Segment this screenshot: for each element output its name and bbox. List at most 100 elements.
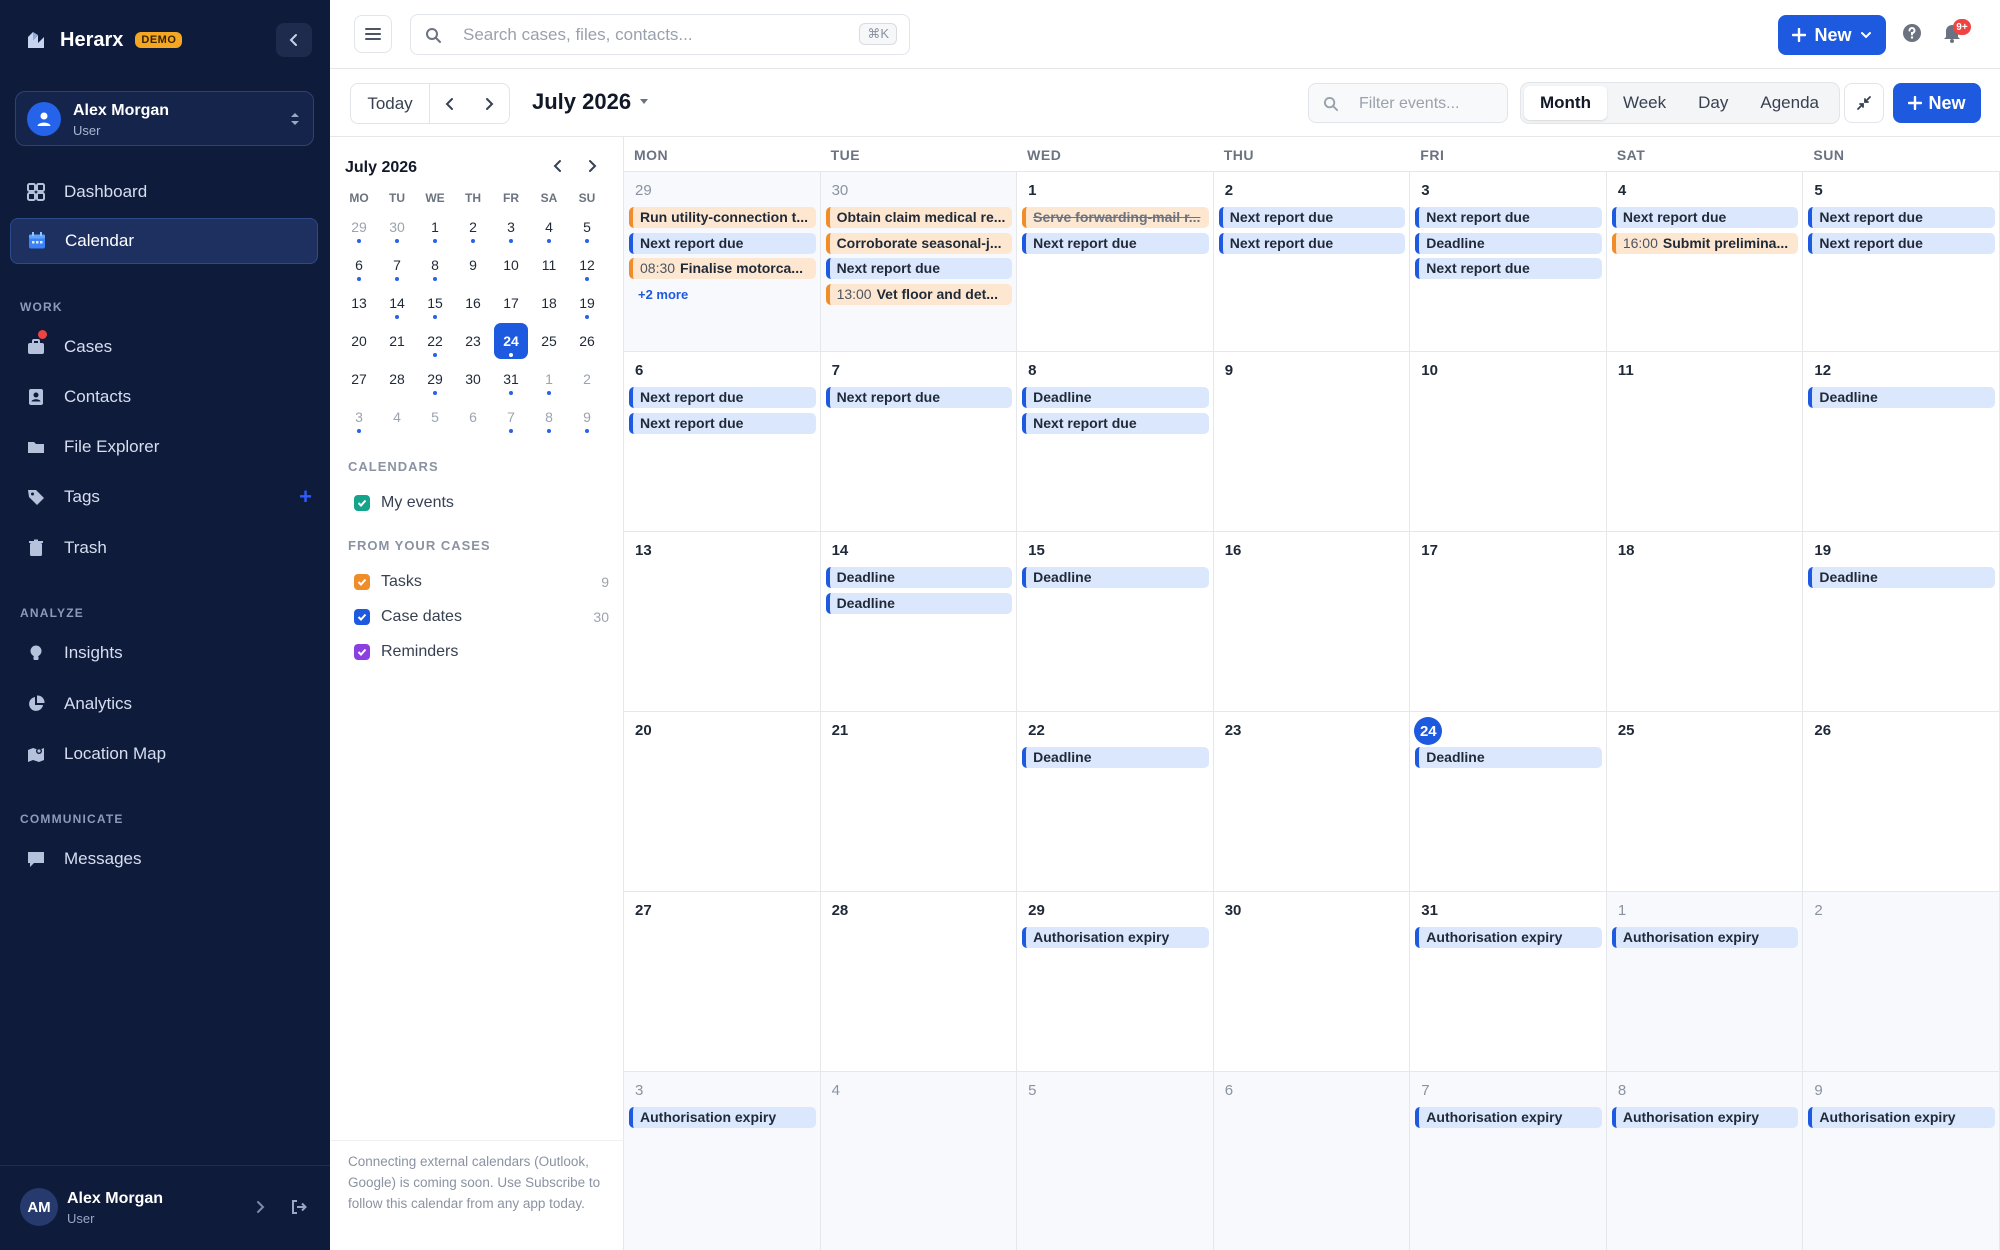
- day-cell[interactable]: 31 Authorisation expiry: [1410, 892, 1607, 1072]
- mini-day[interactable]: 6: [454, 399, 492, 435]
- calendar-event[interactable]: Authorisation expiry: [1415, 1107, 1602, 1128]
- calendar-event[interactable]: Serve forwarding-mail r...: [1022, 207, 1209, 228]
- day-cell[interactable]: 26: [1803, 712, 2000, 892]
- day-cell[interactable]: 30 Obtain claim medical re... Corroborate …: [820, 172, 1018, 352]
- calendar-event[interactable]: Next report due: [629, 412, 816, 434]
- day-cell[interactable]: 1 Authorisation expiry: [1606, 892, 1804, 1072]
- mini-day[interactable]: 17: [492, 285, 530, 321]
- calendar-toggle-tasks[interactable]: Tasks 9: [354, 569, 609, 595]
- mini-day[interactable]: 30: [378, 209, 416, 245]
- day-cell[interactable]: 18: [1606, 532, 1804, 712]
- brand[interactable]: Herarx DEMO: [24, 22, 183, 58]
- mini-day[interactable]: 11: [530, 247, 568, 283]
- day-cell[interactable]: 30: [1213, 892, 1411, 1072]
- mini-day[interactable]: 5: [568, 209, 606, 245]
- calendar-event[interactable]: Authorisation expiry: [1611, 927, 1799, 948]
- mini-day[interactable]: 23: [454, 323, 492, 359]
- mini-day[interactable]: 29: [340, 209, 378, 245]
- day-cell[interactable]: 11: [1606, 352, 1804, 532]
- chevron-right-icon[interactable]: [254, 1200, 266, 1214]
- day-cell[interactable]: 17: [1410, 532, 1607, 712]
- sidebar-item-location-map[interactable]: Location Map: [10, 731, 318, 777]
- calendar-event[interactable]: Next report due: [1022, 232, 1209, 254]
- sidebar-item-trash[interactable]: Trash: [10, 525, 318, 571]
- calendar-event[interactable]: Next report due: [1022, 412, 1209, 434]
- collapse-sidebar-button[interactable]: [276, 23, 312, 57]
- day-cell[interactable]: 2: [1803, 892, 2000, 1072]
- view-tab-day[interactable]: Day: [1682, 86, 1744, 120]
- day-cell[interactable]: 7 Next report due: [820, 352, 1018, 532]
- calendar-event[interactable]: Next report due: [1218, 232, 1406, 254]
- calendar-event[interactable]: Next report due: [825, 387, 1013, 408]
- mini-day[interactable]: 7: [378, 247, 416, 283]
- mini-day[interactable]: 9: [454, 247, 492, 283]
- mini-day[interactable]: 9: [568, 399, 606, 435]
- sidebar-item-calendar[interactable]: Calendar: [10, 218, 318, 264]
- prev-month-button[interactable]: [430, 84, 470, 123]
- mini-day[interactable]: 14: [378, 285, 416, 321]
- day-cell[interactable]: 25: [1606, 712, 1804, 892]
- sidebar-item-tags[interactable]: Tags +: [10, 474, 318, 520]
- day-cell[interactable]: 8 Deadline Next report due: [1017, 352, 1214, 532]
- calendar-event[interactable]: Next report due: [629, 232, 816, 254]
- day-cell[interactable]: 21: [820, 712, 1018, 892]
- calendar-event[interactable]: Deadline: [825, 567, 1013, 588]
- day-cell[interactable]: 16: [1213, 532, 1411, 712]
- day-cell[interactable]: 23: [1213, 712, 1411, 892]
- calendar-event[interactable]: Deadline: [1415, 232, 1602, 254]
- calendar-toggle-reminders[interactable]: Reminders: [354, 639, 609, 665]
- mini-day[interactable]: 25: [530, 323, 568, 359]
- calendar-event[interactable]: Next report due: [629, 387, 816, 408]
- calendar-event[interactable]: 08:30 Finalise motorca...: [629, 258, 816, 279]
- logout-icon[interactable]: [290, 1198, 308, 1216]
- day-cell[interactable]: 5: [1017, 1072, 1214, 1250]
- calendar-event[interactable]: Next report due: [1611, 207, 1799, 228]
- calendar-event[interactable]: Deadline: [1808, 567, 1995, 588]
- day-cell[interactable]: 22 Deadline: [1017, 712, 1214, 892]
- mini-day[interactable]: 30: [454, 361, 492, 397]
- more-events-link[interactable]: +2 more: [638, 287, 688, 302]
- mini-day[interactable]: 15: [416, 285, 454, 321]
- menu-button[interactable]: [354, 15, 392, 53]
- day-cell[interactable]: 2 Next report due Next report due: [1213, 172, 1411, 352]
- calendar-event[interactable]: Next report due: [1218, 207, 1406, 228]
- account-switcher[interactable]: Alex Morgan User: [15, 91, 314, 146]
- sidebar-item-dashboard[interactable]: Dashboard: [10, 169, 318, 215]
- view-tab-agenda[interactable]: Agenda: [1744, 86, 1835, 120]
- filter-input[interactable]: [1359, 92, 1499, 116]
- mini-day[interactable]: 10: [492, 247, 530, 283]
- calendar-event[interactable]: Authorisation expiry: [1611, 1107, 1799, 1128]
- day-cell[interactable]: 9 Authorisation expiry: [1803, 1072, 2000, 1250]
- calendar-toggle-case-dates[interactable]: Case dates 30: [354, 604, 609, 630]
- mini-day[interactable]: 16: [454, 285, 492, 321]
- mini-day[interactable]: 7: [492, 399, 530, 435]
- mini-day[interactable]: 22: [416, 323, 454, 359]
- help-icon[interactable]: [1902, 23, 1922, 43]
- period-selector[interactable]: July 2026: [532, 89, 649, 115]
- day-cell[interactable]: 4 Next report due 16:00 Submit prelimina...: [1606, 172, 1804, 352]
- mini-day[interactable]: 6: [340, 247, 378, 283]
- mini-day[interactable]: 28: [378, 361, 416, 397]
- mini-day[interactable]: 8: [416, 247, 454, 283]
- day-cell[interactable]: 13: [624, 532, 821, 712]
- day-cell[interactable]: 4: [820, 1072, 1018, 1250]
- mini-day[interactable]: 20: [340, 323, 378, 359]
- new-dropdown-button[interactable]: New: [1778, 15, 1886, 55]
- day-cell[interactable]: 29 Run utility-connection t... Next report…: [624, 172, 821, 352]
- new-event-button[interactable]: New: [1893, 83, 1981, 123]
- mini-day[interactable]: 24: [494, 323, 528, 359]
- calendar-event[interactable]: Next report due: [1415, 258, 1602, 279]
- sidebar-item-messages[interactable]: Messages: [10, 836, 318, 882]
- today-button[interactable]: Today: [351, 84, 430, 123]
- calendar-event[interactable]: Authorisation expiry: [1808, 1107, 1995, 1128]
- day-cell[interactable]: 27: [624, 892, 821, 1072]
- calendar-event[interactable]: Deadline: [1415, 747, 1602, 768]
- mini-day[interactable]: 8: [530, 399, 568, 435]
- day-cell[interactable]: 6: [1213, 1072, 1411, 1250]
- mini-day[interactable]: 5: [416, 399, 454, 435]
- next-month-button[interactable]: [470, 84, 510, 123]
- event-filter[interactable]: [1308, 83, 1508, 123]
- checkbox[interactable]: [354, 644, 370, 660]
- mini-day[interactable]: 4: [378, 399, 416, 435]
- mini-day[interactable]: 3: [492, 209, 530, 245]
